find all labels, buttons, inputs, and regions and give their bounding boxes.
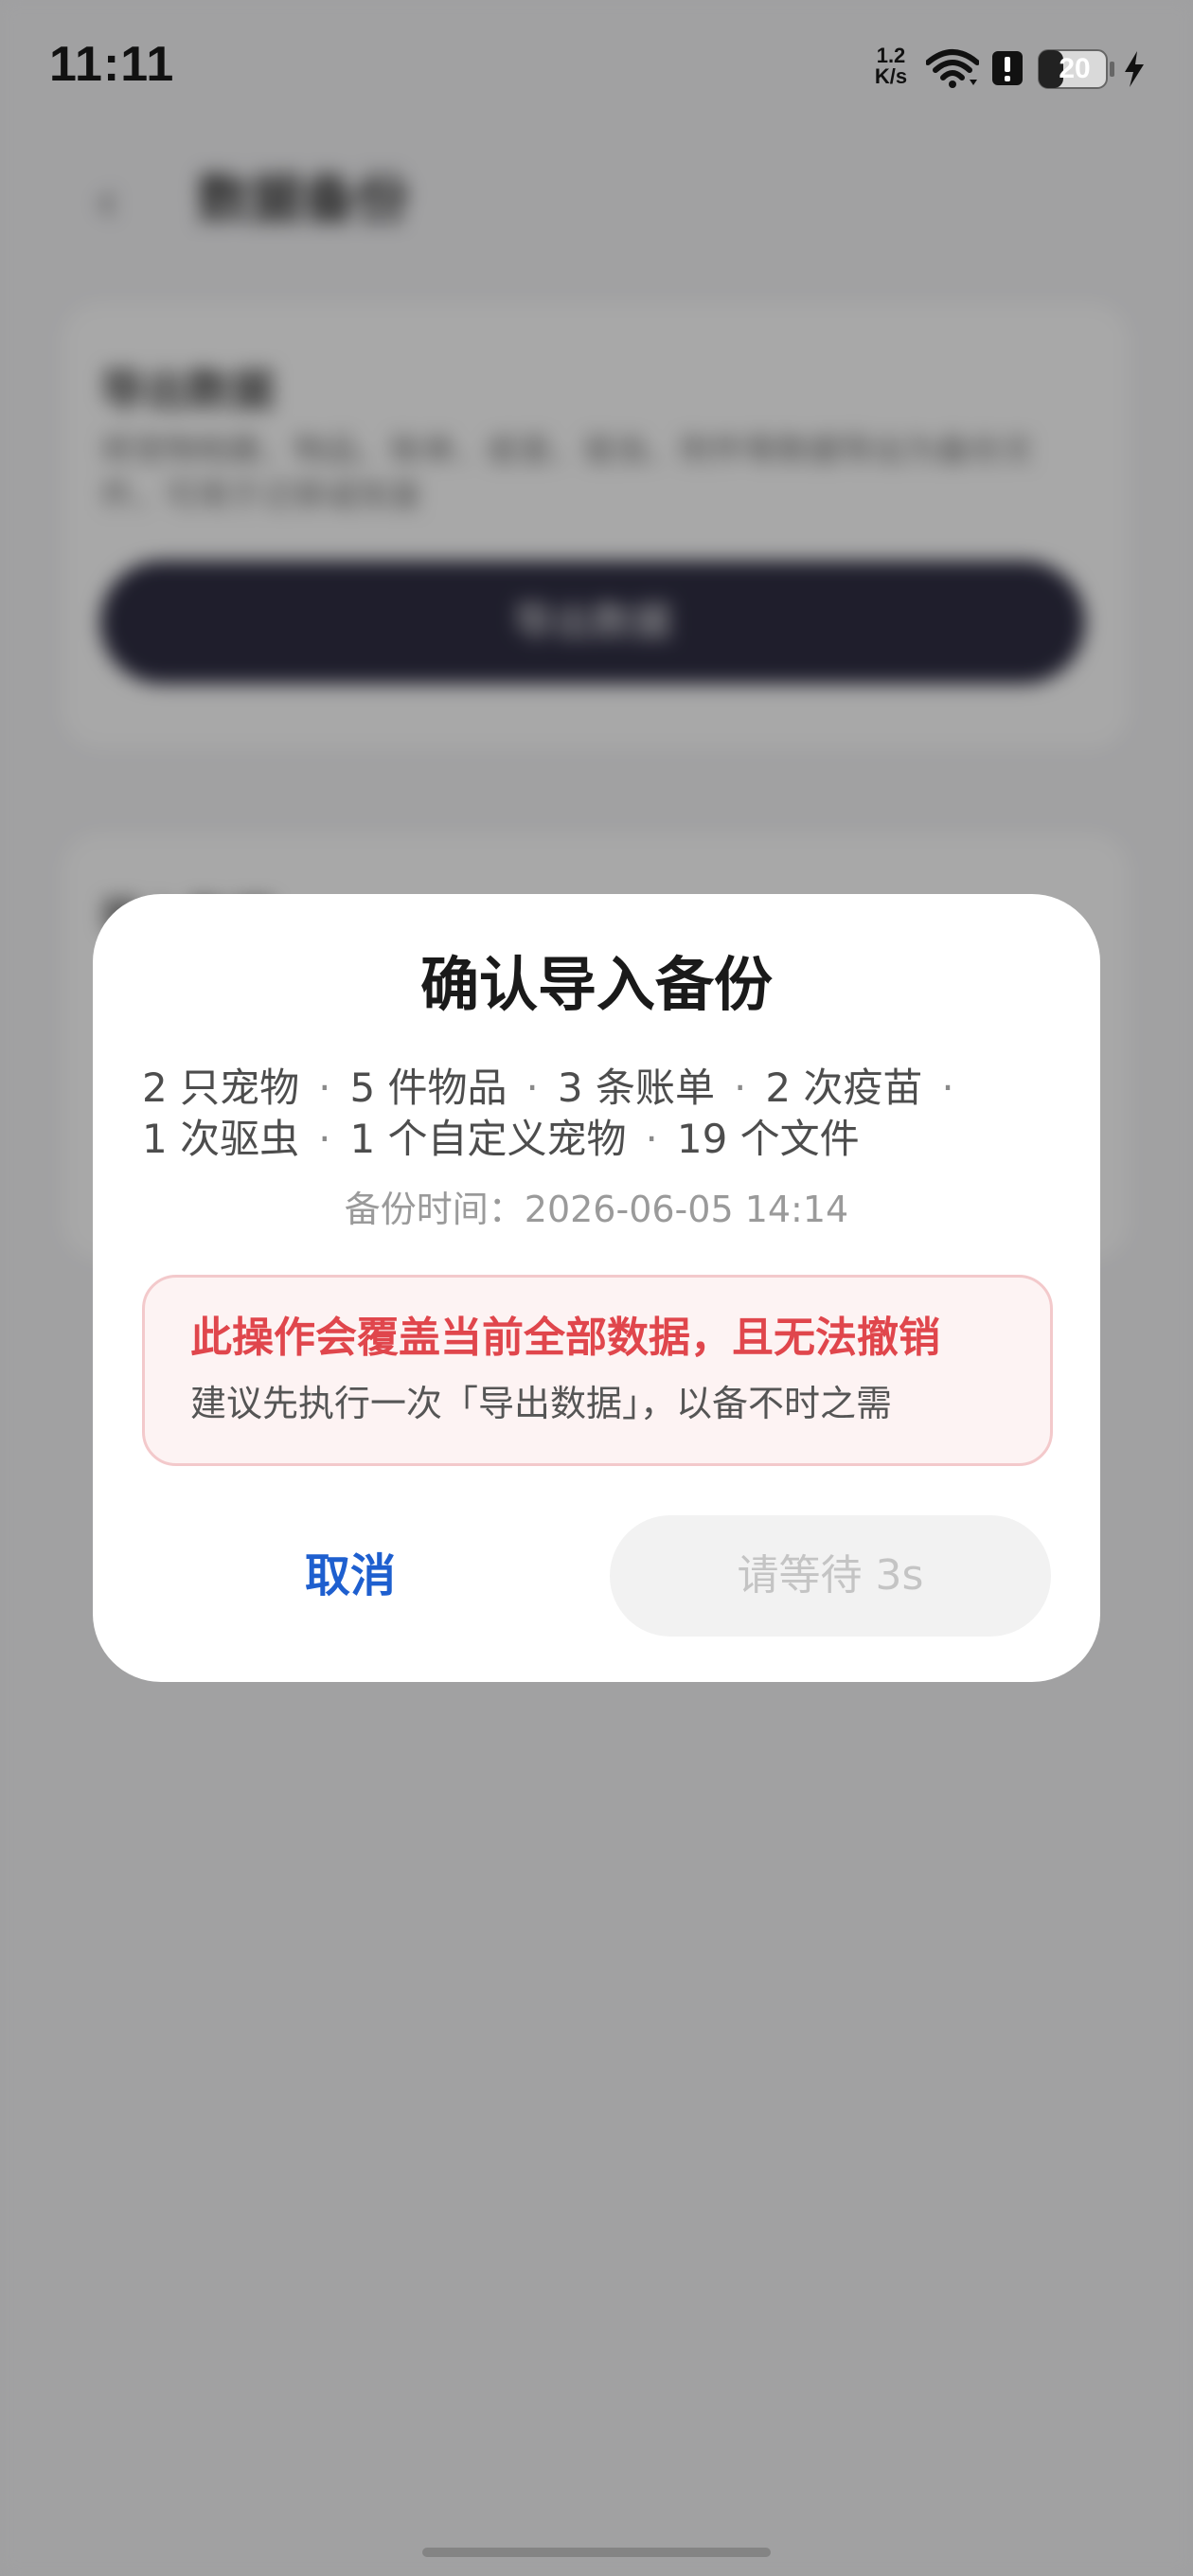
- charging-icon: [1125, 51, 1144, 87]
- home-indicator[interactable]: [422, 2548, 771, 2557]
- backup-time: 备份时间：2026-06-05 14:14: [344, 1189, 849, 1230]
- alert-icon: [992, 51, 1023, 85]
- separator-dot: ·: [733, 1064, 747, 1111]
- warning-box: 此操作会覆盖当前全部数据，且无法撤销 建议先执行一次「导出数据」，以备不时之需: [142, 1275, 1053, 1466]
- summary-deworming: 1 次驱虫: [142, 1116, 300, 1162]
- warning-description: 建议先执行一次「导出数据」，以备不时之需: [190, 1383, 893, 1424]
- summary-vaccines: 2 次疫苗: [765, 1064, 923, 1111]
- status-bar: 11:11 1.2 K/s 20: [0, 0, 1193, 133]
- battery-level: 20: [1059, 53, 1091, 84]
- summary-line-1: 2 只宠物 · 5 件物品 · 3 条账单 · 2 次疫苗 ·: [142, 1063, 1070, 1114]
- summary-bills: 3 条账单: [557, 1064, 715, 1111]
- separator-dot: ·: [318, 1064, 331, 1111]
- summary-custom-pets: 1 个自定义宠物: [349, 1116, 627, 1162]
- separator-dot: ·: [525, 1064, 539, 1111]
- separator-dot: ·: [318, 1116, 331, 1162]
- backup-summary: 2 只宠物 · 5 件物品 · 3 条账单 · 2 次疫苗 · 1 次驱虫 · 1 个自定义宠物 ·…: [142, 1063, 1070, 1165]
- wifi-icon: [926, 49, 979, 88]
- cancel-button[interactable]: 取消: [142, 1515, 559, 1637]
- summary-line-2: 1 次驱虫 · 1 个自定义宠物 · 19 个文件: [142, 1114, 1070, 1165]
- summary-files: 19 个文件: [676, 1116, 860, 1162]
- warning-title: 此操作会覆盖当前全部数据，且无法撤销: [190, 1314, 940, 1362]
- network-speed: 1.2 K/s: [869, 45, 913, 87]
- summary-pets: 2 只宠物: [142, 1064, 300, 1111]
- separator-dot: ·: [941, 1064, 954, 1111]
- status-time: 11:11: [49, 37, 175, 92]
- dialog-title: 确认导入备份: [419, 950, 773, 1019]
- network-speed-unit: K/s: [874, 64, 908, 88]
- confirm-import-button[interactable]: 请等待 3s: [610, 1515, 1051, 1637]
- separator-dot: ·: [645, 1116, 658, 1162]
- confirm-import-dialog: 确认导入备份 2 只宠物 · 5 件物品 · 3 条账单 · 2 次疫苗 · 1 次驱虫 · 1 …: [93, 894, 1100, 1682]
- summary-items: 5 件物品: [349, 1064, 507, 1111]
